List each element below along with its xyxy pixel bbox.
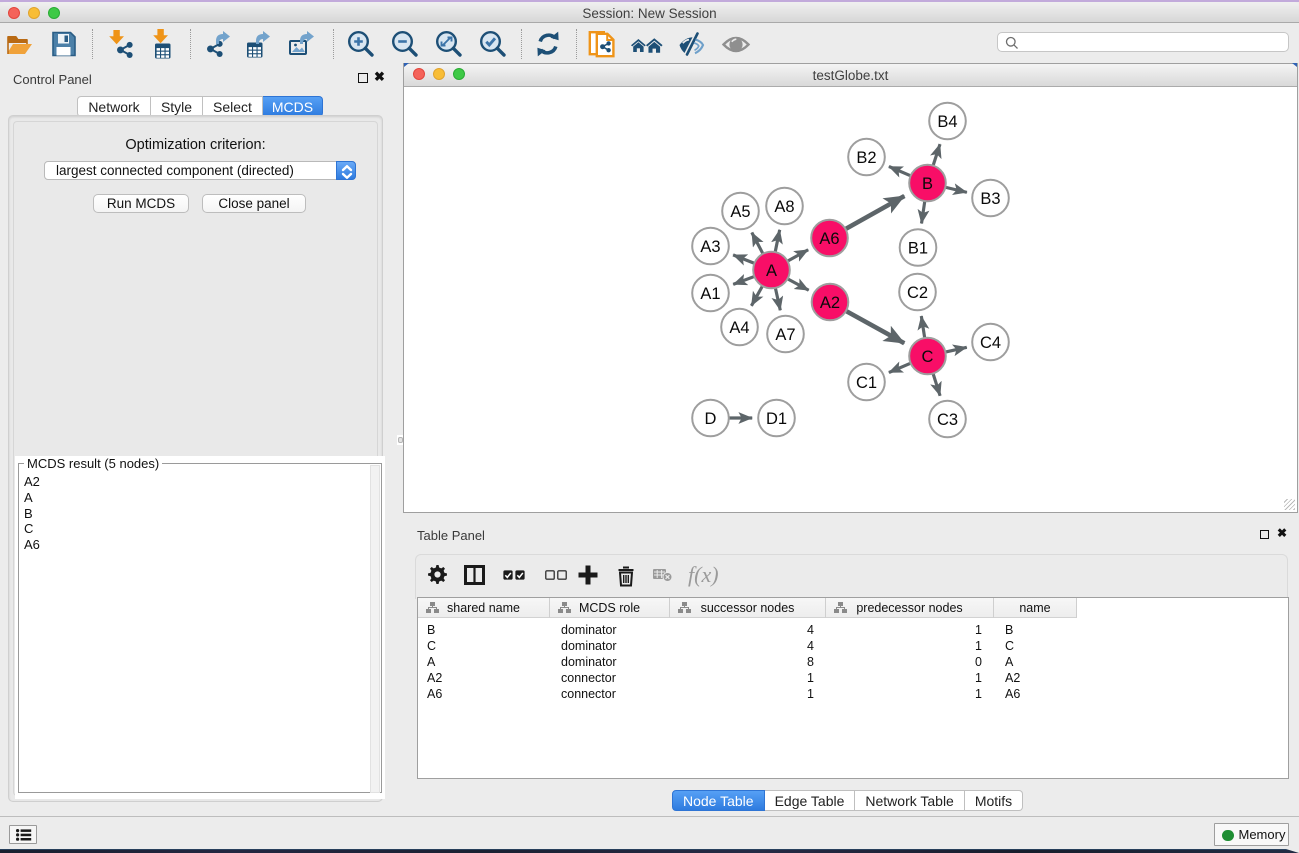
svg-text:C3: C3	[937, 411, 958, 429]
svg-text:B4: B4	[937, 113, 957, 131]
svg-text:B1: B1	[908, 239, 928, 257]
svg-text:A1: A1	[700, 285, 720, 303]
svg-text:A7: A7	[775, 326, 795, 344]
svg-text:C1: C1	[856, 374, 877, 392]
svg-text:C4: C4	[980, 334, 1001, 352]
svg-text:A4: A4	[729, 319, 749, 337]
svg-text:C: C	[922, 348, 934, 366]
svg-text:A8: A8	[774, 198, 794, 216]
svg-text:D1: D1	[766, 410, 787, 428]
svg-text:A6: A6	[819, 230, 839, 248]
svg-text:A5: A5	[730, 203, 750, 221]
svg-text:A2: A2	[820, 294, 840, 312]
svg-text:B2: B2	[856, 149, 876, 167]
svg-text:A: A	[766, 262, 777, 280]
svg-text:C2: C2	[907, 284, 928, 302]
svg-text:B3: B3	[980, 190, 1000, 208]
svg-text:A3: A3	[700, 238, 720, 256]
svg-text:B: B	[922, 175, 933, 193]
svg-text:D: D	[705, 410, 717, 428]
